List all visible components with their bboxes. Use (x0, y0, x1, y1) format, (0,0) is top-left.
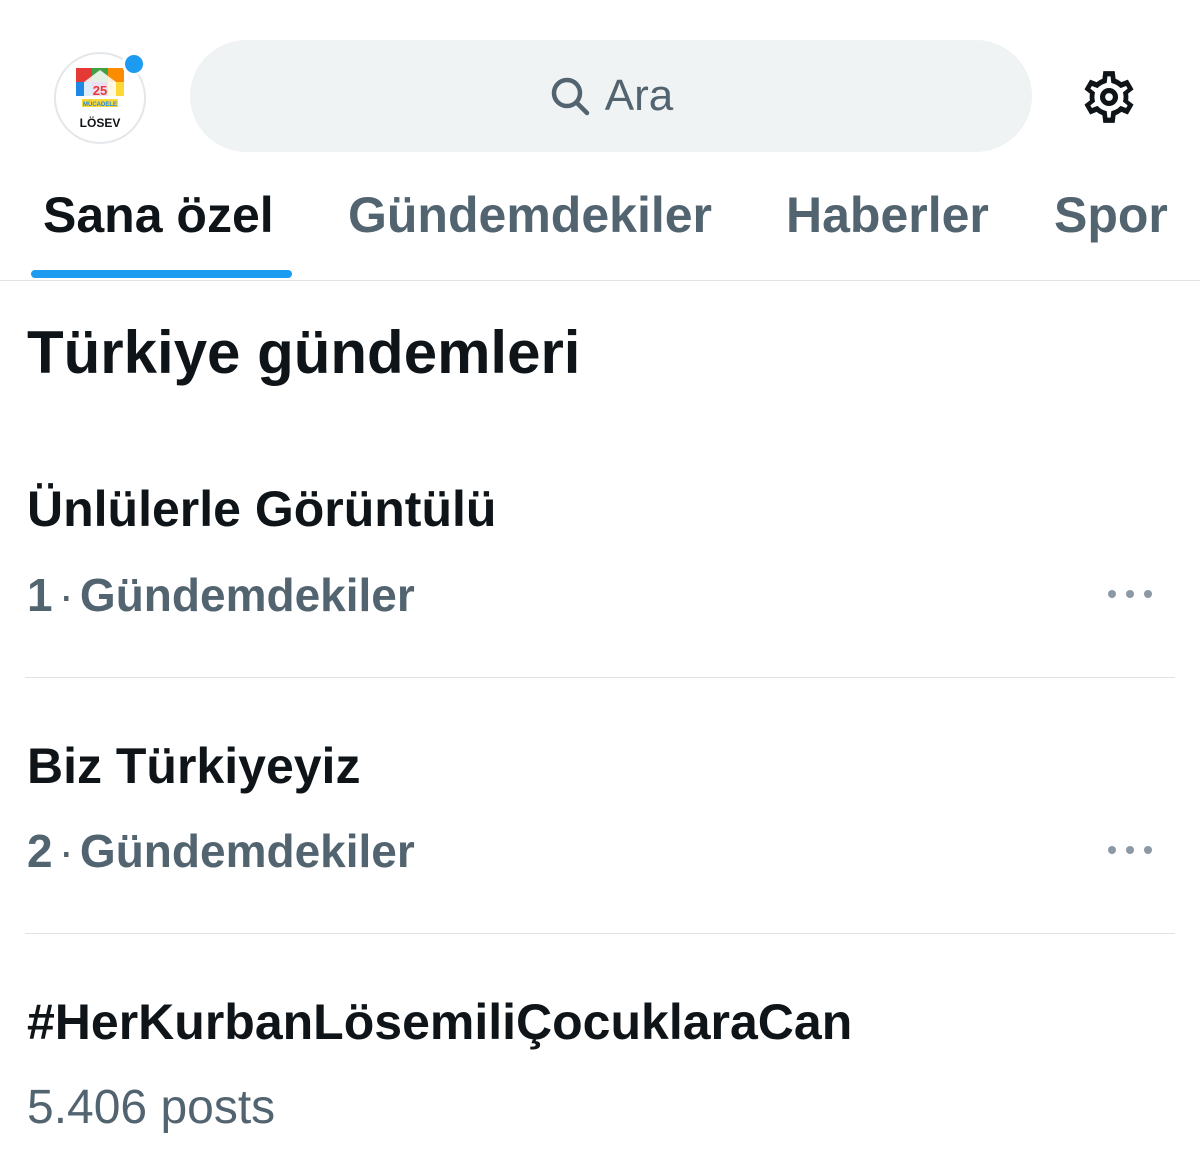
tab-haberler[interactable]: Haberler (786, 186, 989, 244)
trend-meta: 1 · Gündemdekiler (27, 568, 415, 622)
svg-text:LÖSEV: LÖSEV (80, 115, 121, 130)
trend-title: Ünlülerle Görüntülü (27, 481, 497, 537)
divider (25, 933, 1175, 934)
more-dot (1126, 846, 1134, 854)
top-bar: 25 MÜCADELE LÖSEV Ara (0, 0, 1200, 160)
search-placeholder: Ara (604, 71, 674, 120)
more-options-button[interactable] (1108, 584, 1152, 604)
divider (25, 677, 1175, 678)
notification-dot (122, 52, 146, 76)
trend-rank: 2 (27, 825, 53, 877)
trend-title: #HerKurbanLösemiliÇocuklaraCan (27, 994, 853, 1050)
trend-post-count: 5.406 posts (27, 1081, 276, 1134)
search-icon (549, 75, 591, 117)
trend-meta: 2 · Gündemdekiler (27, 824, 415, 878)
separator: · (58, 825, 74, 877)
more-options-button[interactable] (1108, 840, 1152, 860)
section-title: Türkiye gündemleri (27, 319, 581, 386)
explore-tabs: Sana özel Gündemdekiler Haberler Spor (0, 160, 1200, 281)
trend-category: Gündemdekiler (79, 569, 415, 621)
more-horizontal-icon (1108, 590, 1116, 598)
more-dot (1126, 590, 1134, 598)
active-tab-indicator (31, 270, 292, 278)
tab-sana-ozel[interactable]: Sana özel (43, 186, 274, 244)
svg-text:MÜCADELE: MÜCADELE (83, 101, 117, 108)
settings-button[interactable] (1078, 66, 1140, 128)
tab-spor[interactable]: Spor (1054, 186, 1168, 244)
profile-avatar-button[interactable]: 25 MÜCADELE LÖSEV (54, 52, 146, 144)
tab-gundemdekiler[interactable]: Gündemdekiler (348, 186, 712, 244)
search-input[interactable]: Ara (190, 40, 1032, 152)
more-dot (1144, 590, 1152, 598)
more-horizontal-icon (1108, 846, 1116, 854)
trend-title: Biz Türkiyeyiz (27, 738, 361, 794)
separator: · (58, 569, 74, 621)
gear-icon (1084, 71, 1134, 123)
trend-category: Gündemdekiler (79, 825, 415, 877)
trend-rank: 1 (27, 569, 53, 621)
more-dot (1144, 846, 1152, 854)
svg-text:25: 25 (93, 83, 107, 98)
